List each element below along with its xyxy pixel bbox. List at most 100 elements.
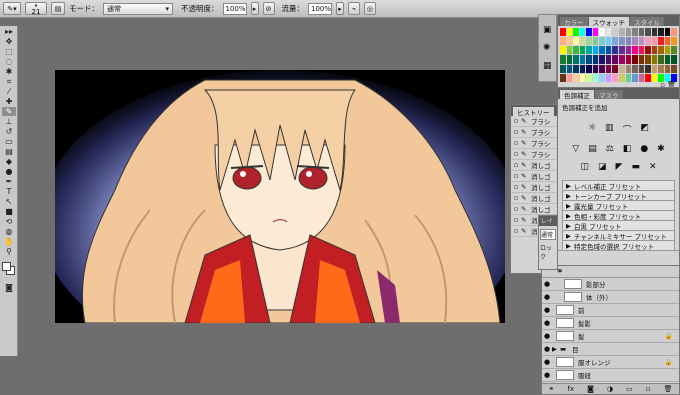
swatch[interactable]	[651, 46, 658, 55]
brush-size-picker[interactable]: • 21	[25, 2, 47, 15]
swatch[interactable]	[612, 46, 618, 55]
history-item[interactable]: ▫ ✎ ブラシ	[511, 116, 559, 127]
channel-mixer-icon[interactable]: ✱	[657, 144, 665, 154]
eraser-tool-icon[interactable]: ▭	[2, 137, 16, 146]
tab-masks[interactable]: マスク	[595, 90, 623, 100]
pressure-size-icon[interactable]: ◎	[364, 2, 376, 15]
swatch[interactable]	[625, 46, 632, 55]
swatch[interactable]	[599, 37, 605, 46]
preset-item[interactable]: ▶ 色相・彩度 プリセット	[562, 210, 675, 221]
eye-icon[interactable]: ●	[542, 332, 552, 340]
quick-mask-icon[interactable]: ◙	[2, 283, 16, 292]
swatch[interactable]	[671, 37, 677, 46]
swatch[interactable]	[664, 37, 671, 46]
swatch[interactable]	[605, 46, 612, 55]
layer-style-icon[interactable]: fx	[567, 385, 574, 393]
swatch[interactable]	[560, 64, 566, 73]
swatch[interactable]	[579, 28, 586, 37]
swatch[interactable]	[645, 46, 651, 55]
foreground-color-swatch[interactable]	[2, 262, 11, 271]
threshold-icon[interactable]: ◤	[616, 162, 623, 172]
swatch[interactable]	[664, 64, 671, 73]
preset-item[interactable]: ▶ トーンカーブ プリセット	[562, 190, 675, 201]
swatch[interactable]	[579, 55, 586, 64]
swatch[interactable]	[560, 55, 566, 64]
gradient-map-icon[interactable]: ▬	[631, 162, 640, 172]
group-arrow-icon[interactable]: ▶	[552, 345, 560, 353]
swatch[interactable]	[612, 28, 618, 37]
new-layer-icon[interactable]: ▫	[646, 385, 651, 393]
swatch[interactable]	[612, 73, 618, 82]
history-item[interactable]: ▫✎ 消しゴ	[511, 182, 559, 193]
swatch[interactable]	[658, 46, 664, 55]
layer-row[interactable]: ● 服オレンジ 🔒	[542, 356, 679, 369]
swatch[interactable]	[651, 28, 658, 37]
swatch[interactable]	[605, 73, 612, 82]
eyedropper-tool-icon[interactable]: ⁄	[2, 87, 16, 96]
history-brush-tool-icon[interactable]: ↺	[2, 127, 16, 136]
black-white-icon[interactable]: ◧	[623, 144, 632, 154]
collapse-tools-icon[interactable]: ▸▸	[2, 27, 16, 36]
swatch[interactable]	[579, 37, 586, 46]
swatch[interactable]	[612, 64, 618, 73]
swatch[interactable]	[638, 55, 645, 64]
marquee-tool-icon[interactable]: ⬚	[2, 47, 16, 56]
swatch[interactable]	[560, 37, 566, 46]
history-item[interactable]: ▫ ✎ ブラシ	[511, 127, 559, 138]
photo-filter-icon[interactable]: ●	[640, 144, 648, 154]
history-item[interactable]: ▫✎ 消しゴ	[511, 160, 559, 171]
crop-tool-icon[interactable]: ⌗	[2, 77, 16, 86]
swatch[interactable]	[638, 28, 645, 37]
history-item[interactable]: ▫✎ 消しゴ	[511, 171, 559, 182]
layer-row[interactable]: ● 髪影	[542, 317, 679, 330]
color-balance-icon[interactable]: ⚖	[606, 144, 614, 154]
swatch[interactable]	[638, 37, 645, 46]
swatch[interactable]	[573, 73, 579, 82]
swatch[interactable]	[664, 28, 671, 37]
hue-saturation-icon[interactable]: ▤	[588, 144, 597, 154]
swatch[interactable]	[592, 55, 599, 64]
swatch[interactable]	[658, 28, 664, 37]
swatch[interactable]	[573, 37, 579, 46]
swatch[interactable]	[645, 64, 651, 73]
swatch[interactable]	[645, 55, 651, 64]
zoom-tool-icon[interactable]: ⚲	[2, 247, 16, 256]
swatch[interactable]	[579, 46, 586, 55]
preset-item[interactable]: ▶ チャンネルミキサー プリセット	[562, 230, 675, 241]
history-item[interactable]: ▫✎ 消しゴ	[511, 193, 559, 204]
swatch[interactable]	[605, 64, 612, 73]
swatch[interactable]	[612, 55, 618, 64]
flow-input[interactable]: 100%	[308, 2, 332, 15]
opacity-stepper[interactable]: ▸	[250, 2, 259, 15]
add-mask-icon[interactable]: ◙	[587, 385, 594, 393]
swatch[interactable]	[625, 55, 632, 64]
navigator-icon[interactable]: ▣	[543, 25, 552, 35]
brightness-contrast-icon[interactable]: ☼	[588, 123, 596, 136]
document-canvas[interactable]	[55, 70, 505, 323]
layer-row[interactable]: ● 影部分	[542, 278, 679, 291]
swatch[interactable]	[651, 37, 658, 46]
info-icon[interactable]: ▦	[543, 61, 552, 71]
swatch[interactable]	[566, 46, 573, 55]
swatch[interactable]	[566, 55, 573, 64]
delete-layer-icon[interactable]: 🗑	[664, 385, 673, 393]
swatch[interactable]	[632, 28, 638, 37]
selective-color-icon[interactable]: ✕	[649, 162, 657, 172]
swatch[interactable]	[645, 28, 651, 37]
swatch[interactable]	[586, 73, 592, 82]
swatch[interactable]	[625, 73, 632, 82]
mode-dropdown[interactable]: 通常 ▾	[103, 2, 173, 15]
eye-icon[interactable]: ●	[542, 345, 552, 353]
hand-tool-icon[interactable]: ✋	[2, 237, 16, 246]
preset-item[interactable]: ▶ 露光量 プリセット	[562, 200, 675, 211]
eye-icon[interactable]: ●	[542, 306, 552, 314]
3d-rotate-tool-icon[interactable]: ⟲	[2, 217, 16, 226]
swatch[interactable]	[573, 28, 579, 37]
swatch[interactable]	[638, 73, 645, 82]
swatch[interactable]	[658, 37, 664, 46]
swatch[interactable]	[638, 46, 645, 55]
lasso-tool-icon[interactable]: ◌	[2, 57, 16, 66]
swatch[interactable]	[586, 37, 592, 46]
type-tool-icon[interactable]: T	[2, 187, 16, 196]
swatch[interactable]	[625, 28, 632, 37]
